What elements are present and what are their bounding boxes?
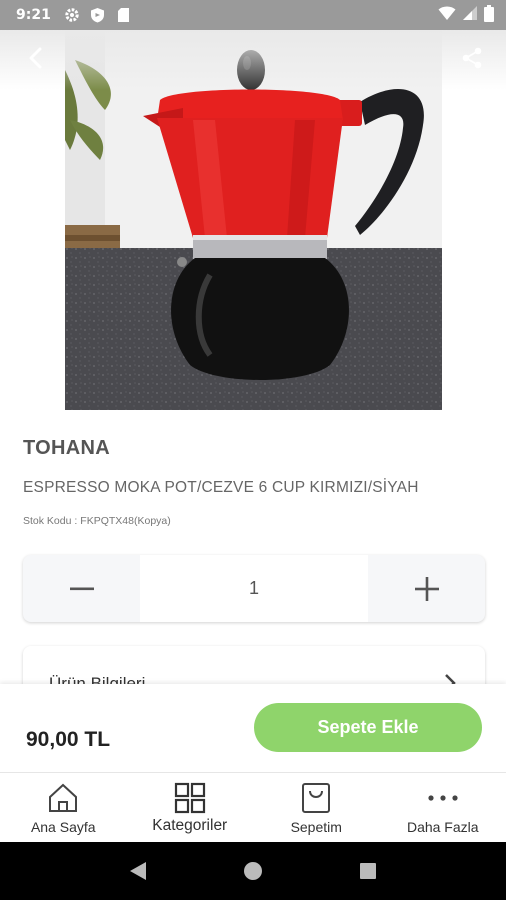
system-home-button[interactable] <box>233 851 273 891</box>
nav-item-cart[interactable]: Sepetim <box>253 773 380 842</box>
nav-label-cart: Sepetim <box>290 819 342 835</box>
bag-icon <box>301 781 331 815</box>
status-bar: 9:21 <box>0 0 506 30</box>
nav-label-categories: Kategoriler <box>152 817 228 834</box>
share-icon <box>462 47 482 69</box>
nav-item-more[interactable]: Daha Fazla <box>380 773 506 842</box>
product-detail-screen: 9:21 TOHANA ESPRESSO MOKA POT/CEZVE 6 CU… <box>0 0 506 900</box>
wifi-icon <box>438 5 456 25</box>
status-time: 9:21 <box>16 7 51 23</box>
status-right-icons <box>438 4 494 26</box>
chevron-left-icon <box>29 47 42 69</box>
back-button[interactable] <box>20 42 52 74</box>
hero-top-shade <box>0 30 506 90</box>
nav-label-more: Daha Fazla <box>406 819 479 835</box>
product-brand: TOHANA <box>23 437 110 459</box>
share-button[interactable] <box>456 42 488 74</box>
system-navigation-bar <box>0 842 506 900</box>
quantity-value[interactable]: 1 <box>140 555 368 622</box>
more-icon <box>427 781 459 815</box>
stock-code-value: FKPQTX48(Kopya) <box>80 515 171 527</box>
sd-card-icon <box>115 6 133 24</box>
system-back-button[interactable] <box>118 851 158 891</box>
triangle-back-icon <box>129 862 146 880</box>
minus-icon <box>69 587 94 590</box>
nav-label-home: Ana Sayfa <box>30 819 96 835</box>
grid-icon <box>174 781 206 815</box>
quantity-stepper: 1 <box>23 555 485 622</box>
settings-gear-icon <box>63 6 81 24</box>
stock-code-label: Stok Kodu : <box>23 515 78 527</box>
increment-button[interactable] <box>368 555 485 622</box>
plus-icon <box>414 576 439 601</box>
nav-item-categories[interactable]: Kategoriler <box>127 773 254 842</box>
bottom-navigation: Ana Sayfa Kategoriler Sepetim Daha Fazla <box>0 772 506 842</box>
square-recents-icon <box>360 863 377 879</box>
circle-home-icon <box>243 862 262 880</box>
battery-icon <box>484 4 494 26</box>
add-to-cart-button[interactable]: Sepete Ekle <box>254 703 482 752</box>
system-recents-button[interactable] <box>348 851 388 891</box>
product-price: 90,00 TL <box>26 728 111 751</box>
decrement-button[interactable] <box>23 555 140 622</box>
price-bar: 90,00 TL Sepete Ekle <box>0 684 506 772</box>
home-icon <box>47 781 79 815</box>
signal-icon <box>462 5 478 25</box>
shield-icon <box>89 6 107 24</box>
stock-code: Stok Kodu : FKPQTX48(Kopya) <box>23 515 174 527</box>
product-name: ESPRESSO MOKA POT/CEZVE 6 CUP KIRMIZI/Sİ… <box>23 479 419 496</box>
nav-item-home[interactable]: Ana Sayfa <box>0 773 127 842</box>
